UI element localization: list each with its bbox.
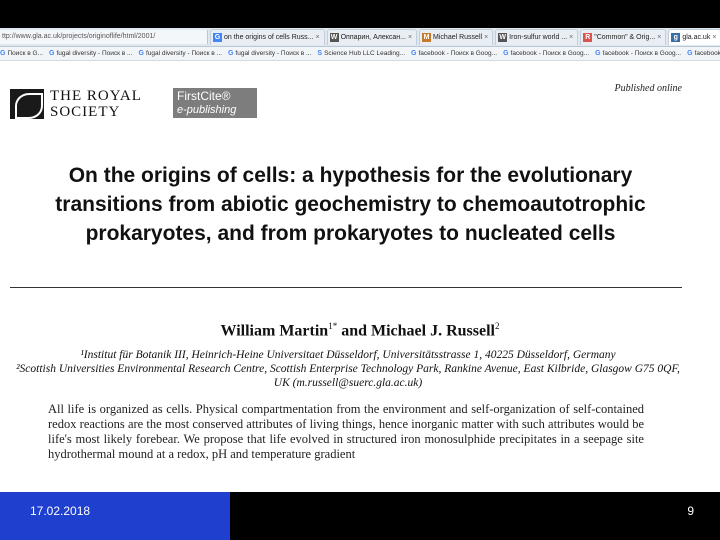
footer-date-box: 17.02.2018 xyxy=(0,492,230,540)
author-joiner: and xyxy=(341,322,367,340)
tab-favicon-icon: W xyxy=(329,33,339,42)
bookmark-label: fugal diversity - Поиск в ... xyxy=(56,50,133,57)
browser-tab[interactable]: Gon the origins of cells Russ... × xyxy=(210,29,325,45)
browser-tab-bar: ttp://www.gla.ac.uk/projects/originoflif… xyxy=(0,28,720,47)
affiliations: ¹Institut für Botanik III, Heinrich-Hein… xyxy=(16,348,680,390)
tab-label: Iron-sulfur world ... xyxy=(509,34,568,41)
tab-close-icon[interactable]: × xyxy=(408,30,412,45)
slide-page-number: 9 xyxy=(687,504,694,518)
slide-date: 17.02.2018 xyxy=(30,504,91,518)
firstcite-line-2: e-publishing xyxy=(177,104,237,116)
bookmark-favicon-icon: G xyxy=(687,50,693,57)
bookmark-item[interactable]: Gfugal diversity - Поиск в ... xyxy=(138,50,221,57)
tab-favicon-icon: g xyxy=(671,33,681,42)
bookmark-item[interactable]: Gfacebook - Поиск в Goog... xyxy=(503,50,589,57)
bookmark-item[interactable]: Gfacebook - Поиск в Goog... xyxy=(687,50,720,57)
address-bar[interactable]: ttp://www.gla.ac.uk/projects/originoflif… xyxy=(0,30,208,44)
royal-society-logo: THE ROYAL SOCIETY xyxy=(10,88,142,120)
browser-tab[interactable]: R "Common" & Orig... × xyxy=(580,29,667,45)
author-list: William Martin1* and Michael J. Russell2 xyxy=(0,321,720,340)
tab-close-icon[interactable]: × xyxy=(712,30,716,45)
royal-society-crest-icon xyxy=(10,89,44,119)
pdf-page: THE ROYAL SOCIETY FirstCite® e-publishin… xyxy=(0,61,720,492)
affiliation-1: ¹Institut für Botanik III, Heinrich-Hein… xyxy=(80,349,616,361)
tab-label: gla.ac.uk xyxy=(682,34,711,41)
bookmark-item[interactable]: Gfacebook - Поиск в Goog... xyxy=(595,50,681,57)
author-2-marker: 2 xyxy=(495,321,500,331)
tab-favicon-icon: M xyxy=(422,33,432,42)
browser-window: ttp://www.gla.ac.uk/projects/originoflif… xyxy=(0,28,720,492)
bookmark-label: facebook - Поиск в Goog... xyxy=(510,50,590,57)
bookmark-favicon-icon: S xyxy=(317,50,323,57)
firstcite-logo: FirstCite® e-publishing xyxy=(173,88,257,118)
bookmark-favicon-icon: G xyxy=(49,50,55,57)
tab-close-icon[interactable]: × xyxy=(316,30,320,45)
tab-label: on the origins of cells Russ... xyxy=(224,34,314,41)
tab-label: "Common" & Orig... xyxy=(594,34,656,41)
bookmark-item[interactable]: G Поиск в G... xyxy=(0,50,43,57)
logo-line-1: THE ROYAL xyxy=(50,88,142,104)
browser-tab[interactable]: g gla.ac.uk × xyxy=(668,29,720,45)
browser-tab[interactable]: W Оппарин, Алексан... × xyxy=(326,29,418,45)
browser-tab[interactable]: M Michael Russell × xyxy=(419,29,494,45)
affiliation-2: ²Scottish Universities Environmental Res… xyxy=(16,363,680,389)
bookmark-favicon-icon: G xyxy=(138,50,144,57)
bookmark-favicon-icon: G xyxy=(227,50,234,57)
bookmark-item[interactable]: Gfacebook - Поиск в Goog... xyxy=(411,50,497,57)
bookmark-item[interactable]: Gfugal diversity - Поиск в ... xyxy=(228,50,311,57)
abstract-text: All life is organized as cells. Physical… xyxy=(48,402,644,461)
logo-line-2: SOCIETY xyxy=(50,104,121,120)
bookmark-item[interactable]: Gfugal diversity - Поиск в ... xyxy=(49,50,132,57)
tab-close-icon[interactable]: × xyxy=(657,30,661,45)
bookmark-favicon-icon: G xyxy=(595,50,601,57)
bookmark-label: fugal diversity - Поиск в ... xyxy=(145,50,222,57)
tab-favicon-icon: W xyxy=(498,33,508,42)
tab-favicon-icon: G xyxy=(213,33,222,42)
tab-close-icon[interactable]: × xyxy=(569,30,573,45)
bookmark-label: facebook - Поиск в Goog... xyxy=(418,50,498,57)
bookmark-label: facebook - Поиск в Goog... xyxy=(694,50,720,57)
title-divider xyxy=(10,287,682,288)
tab-label: Michael Russell xyxy=(433,34,483,41)
bookmark-label: facebook - Поиск в Goog... xyxy=(602,50,682,57)
tab-close-icon[interactable]: × xyxy=(484,30,488,45)
bookmark-label: Science Hub LLC Leading... xyxy=(324,50,406,57)
slide-footer: 17.02.2018 9 xyxy=(0,492,720,540)
bookmark-label: Поиск в G... xyxy=(7,50,44,57)
paper-title: On the origins of cells: a hypothesis fo… xyxy=(55,164,646,245)
bookmarks-bar: G Поиск в G... Gfugal diversity - Поиск в … xyxy=(0,47,720,61)
bookmark-label: fugal diversity - Поиск в ... xyxy=(235,50,312,57)
browser-tab[interactable]: W Iron-sulfur world ... × xyxy=(495,29,579,45)
firstcite-line-1: FirstCite® xyxy=(177,89,231,103)
author-1-name: William Martin xyxy=(220,322,329,340)
tab-label: Оппарин, Алексан... xyxy=(340,34,406,41)
author-2-name: Michael J. Russell xyxy=(371,322,495,340)
bookmark-favicon-icon: G xyxy=(0,50,6,57)
bookmark-favicon-icon: G xyxy=(411,50,417,57)
author-1-marker: 1* xyxy=(328,321,338,331)
published-online-label: Published online xyxy=(614,83,683,94)
tabs-container: Gon the origins of cells Russ... × W Оппари… xyxy=(208,29,720,45)
bookmark-favicon-icon: G xyxy=(503,50,509,57)
tab-favicon-icon: R xyxy=(583,33,593,42)
bookmark-item[interactable]: S Science Hub LLC Leading... xyxy=(317,50,405,57)
